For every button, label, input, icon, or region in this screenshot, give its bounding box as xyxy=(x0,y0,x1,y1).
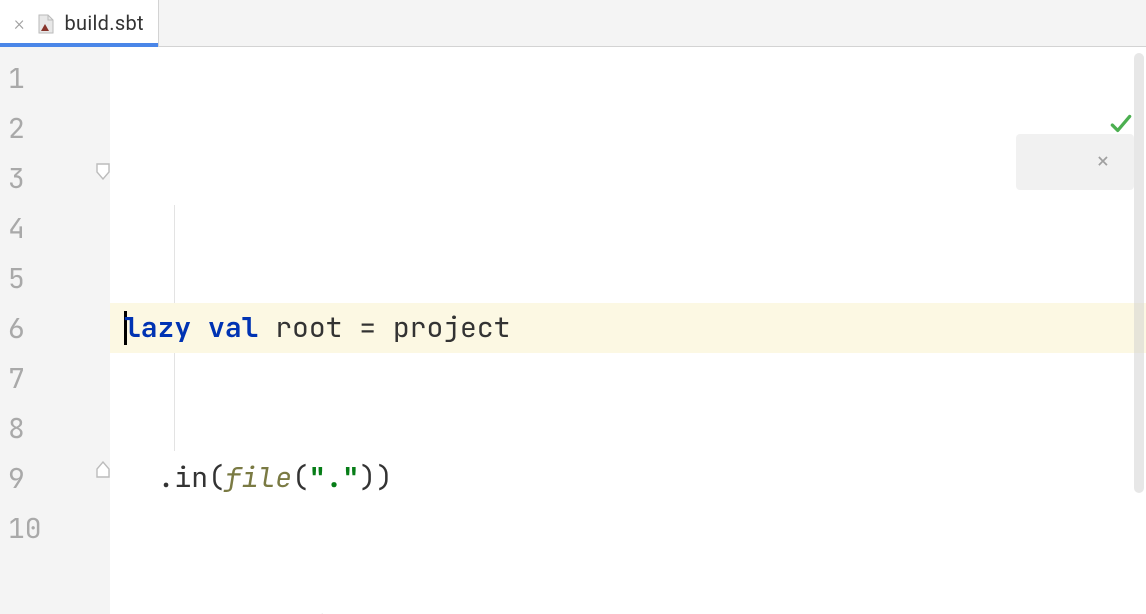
line-number[interactable]: 6 xyxy=(0,303,110,353)
line-number[interactable]: 10 xyxy=(0,503,110,553)
tab-build-sbt[interactable]: × build.sbt xyxy=(0,0,159,46)
code-line-2[interactable]: .in(file(".")) xyxy=(124,453,1146,503)
fold-end-icon[interactable] xyxy=(95,461,111,479)
tab-filename: build.sbt xyxy=(64,11,143,35)
line-number[interactable]: 2 xyxy=(0,103,110,153)
line-number[interactable]: 4 xyxy=(0,203,110,253)
scrollbar-thumb[interactable] xyxy=(1134,53,1144,493)
code-area[interactable]: lazy val root = project .in(file(".")) .… xyxy=(110,47,1146,614)
fold-start-icon[interactable] xyxy=(95,162,111,180)
sbt-reload-panel: × xyxy=(1016,134,1134,190)
line-number[interactable]: 8 xyxy=(0,403,110,453)
line-number[interactable]: 3 xyxy=(0,153,110,203)
line-number[interactable]: 1 xyxy=(0,53,110,103)
close-tab-icon[interactable]: × xyxy=(14,13,24,33)
line-number[interactable]: 7 xyxy=(0,353,110,403)
code-line-3[interactable]: .settings( xyxy=(124,603,1146,614)
code-line-1[interactable]: lazy val root = project xyxy=(110,303,1146,353)
vertical-scrollbar[interactable] xyxy=(1132,53,1146,614)
line-number[interactable]: 5 xyxy=(0,253,110,303)
line-number[interactable]: 9 xyxy=(0,453,110,503)
tab-bar: × build.sbt xyxy=(0,0,1146,47)
sbt-file-icon xyxy=(34,13,54,33)
close-panel-icon[interactable]: × xyxy=(1096,137,1110,187)
sbt-reload-icon[interactable] xyxy=(1040,148,1068,176)
gutter: 1 2 3 4 5 6 7 8 9 10 xyxy=(0,47,110,614)
editor-area: 1 2 3 4 5 6 7 8 9 10 lazy val root = pro… xyxy=(0,47,1146,614)
